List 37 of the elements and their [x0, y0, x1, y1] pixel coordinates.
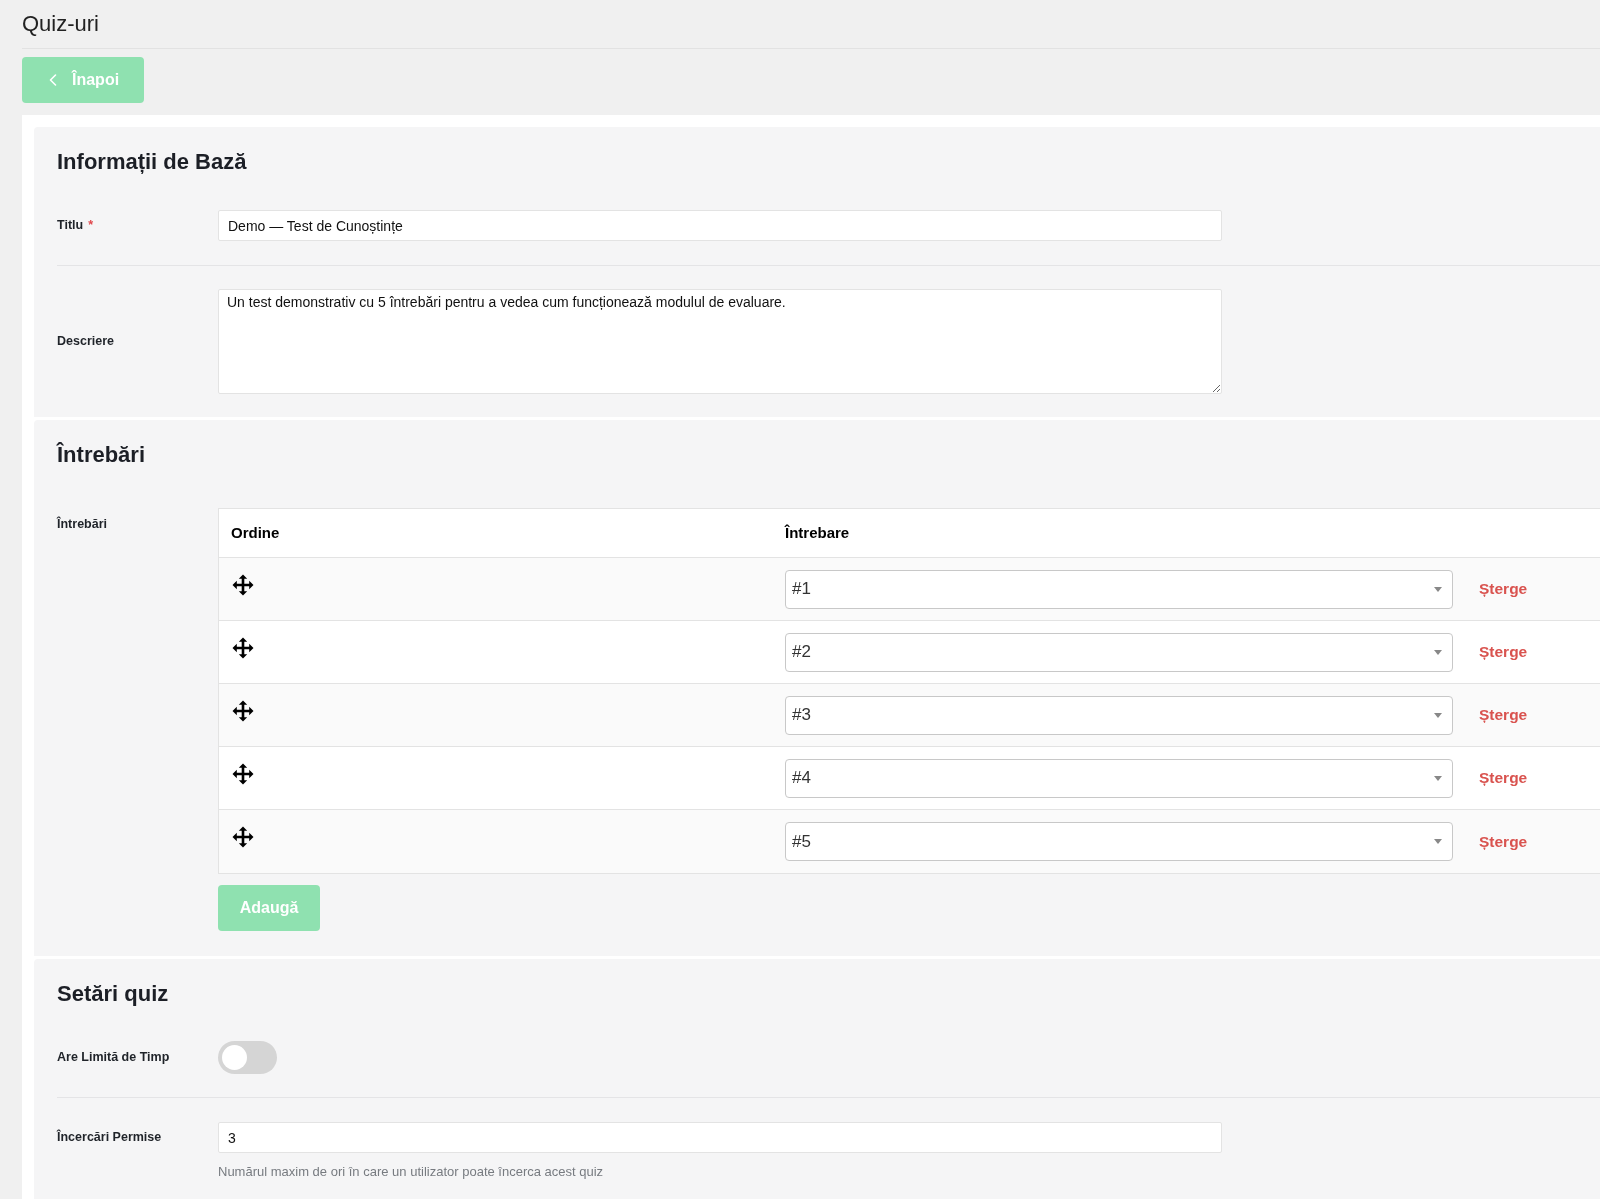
- question-select[interactable]: #1: [785, 569, 1453, 609]
- caret-down-icon: [1434, 586, 1442, 592]
- section-heading: Întrebări: [57, 441, 147, 469]
- column-header: Ordine: [230, 522, 281, 543]
- delete-link[interactable]: Șterge: [1479, 703, 1528, 727]
- move-icon[interactable]: [231, 699, 255, 723]
- question-select[interactable]: #5: [785, 822, 1453, 861]
- move-icon[interactable]: [231, 762, 255, 786]
- text-area-field[interactable]: Un test demonstrativ cu 5 întrebări pentru a vedea cum funcționează modulul de evaluare.: [218, 289, 1222, 394]
- caret-down-icon: [1434, 839, 1442, 844]
- caret-down-icon: [1434, 775, 1442, 781]
- delete-link[interactable]: Șterge: [1479, 640, 1528, 664]
- number-field[interactable]: 3: [218, 1122, 1222, 1153]
- move-icon[interactable]: [231, 573, 255, 597]
- caret-down-icon: [1434, 712, 1442, 718]
- question-select[interactable]: #3: [785, 695, 1453, 735]
- field-label: Titlu *: [57, 217, 94, 235]
- page-title: Quiz-uri: [22, 10, 99, 38]
- delete-link[interactable]: Șterge: [1479, 766, 1528, 790]
- question-select[interactable]: #4: [785, 758, 1453, 798]
- section-heading: Informații de Bază: [57, 148, 248, 176]
- toggle-switch[interactable]: [218, 1041, 277, 1074]
- field-label: Are Limită de Timp: [57, 1049, 171, 1067]
- move-icon[interactable]: [231, 636, 255, 660]
- section-heading: Setări quiz: [57, 980, 170, 1008]
- text-field[interactable]: Demo — Test de Cunoștințe: [218, 210, 1222, 241]
- field-label: Întrebări: [57, 515, 108, 533]
- caret-down-icon: [1434, 649, 1442, 655]
- delete-link[interactable]: Șterge: [1479, 829, 1528, 854]
- move-icon[interactable]: [231, 825, 255, 849]
- hint-text: Numărul maxim de ori în care un utilizator poate încerca acest quiz: [218, 1164, 605, 1180]
- question-select[interactable]: #2: [785, 632, 1453, 672]
- field-label: Descriere: [57, 333, 115, 351]
- column-header: Întrebare: [783, 522, 851, 543]
- field-label: Încercări Permise: [57, 1128, 162, 1147]
- chevron-left-icon: [49, 74, 57, 86]
- delete-link[interactable]: Șterge: [1479, 577, 1528, 601]
